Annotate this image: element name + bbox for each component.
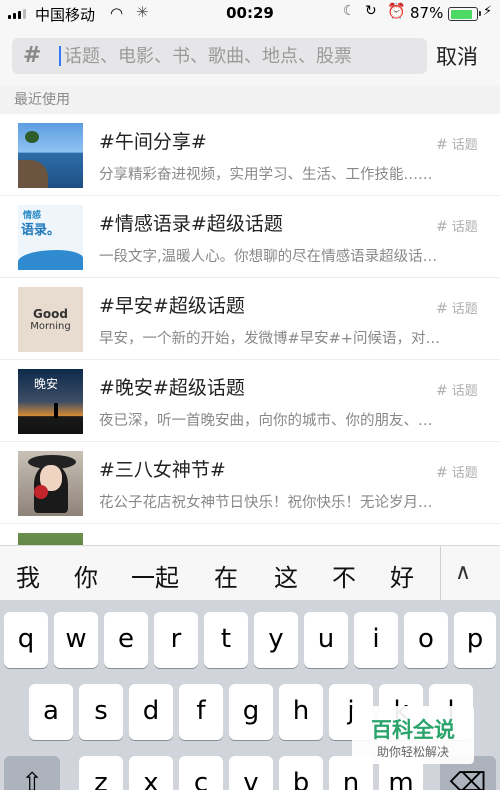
candidate-word[interactable]: 这 <box>274 558 298 593</box>
topic-thumbnail: 情感 语录。 <box>18 205 83 270</box>
key-s[interactable]: s <box>79 684 123 740</box>
do-not-disturb-icon: ☾ <box>343 3 356 19</box>
candidate-word[interactable]: 好 <box>390 558 414 593</box>
battery-icon <box>448 7 481 21</box>
topic-tag-label: 话题 <box>451 302 478 317</box>
key-g[interactable]: g <box>229 684 273 740</box>
key-o[interactable]: o <box>404 612 448 668</box>
thumbnail-text: 晚安 <box>34 377 59 391</box>
thumbnail-text: 语录。 <box>21 223 61 238</box>
watermark-logo: 百科全说 助你轻松解决 <box>352 706 474 764</box>
topic-description: 早安，一个新的开始，发微博#早安#+问候语，对… <box>99 331 440 347</box>
activity-spinner-icon: ✳ <box>136 3 149 21</box>
topic-tag-label: 话题 <box>451 466 478 481</box>
charging-icon: ⚡ <box>483 4 493 19</box>
topic-description: 分享精彩奋进视频，实用学习、生活、工作技能…… <box>99 167 433 183</box>
key-r[interactable]: r <box>154 612 198 668</box>
topic-tag: # 话题 <box>436 216 478 235</box>
alarm-icon: ⏰ <box>387 2 406 20</box>
topic-tag: # 话题 <box>436 298 478 317</box>
watermark-title: 百科全说 <box>371 718 455 742</box>
search-input[interactable] <box>64 42 419 70</box>
topic-tag-label: 话题 <box>451 138 478 153</box>
candidate-word[interactable]: 你 <box>74 558 98 593</box>
key-t[interactable]: t <box>204 612 248 668</box>
hashtag-icon: # <box>436 137 448 153</box>
topic-title: #情感语录#超级话题 <box>99 213 283 235</box>
carrier-name: 中国移动 <box>35 6 96 24</box>
screen: 中国移动 ◠ ✳ 00:29 ☾ ↻ ⏰ 87% ⚡ # 取消 最近使用 #午间… <box>0 0 500 790</box>
list-item[interactable]: Good Morning #早安#超级话题 早安，一个新的开始，发微博#早安#+… <box>0 278 500 360</box>
key-d[interactable]: d <box>129 684 173 740</box>
topic-list: #午间分享# 分享精彩奋进视频，实用学习、生活、工作技能…… # 话题 情感 语录… <box>0 114 500 545</box>
candidate-word[interactable]: 一起 <box>131 558 179 593</box>
cancel-button[interactable]: 取消 <box>436 41 478 71</box>
key-a[interactable]: a <box>29 684 73 740</box>
topic-thumbnail <box>18 123 83 188</box>
watermark-subtitle: 助你轻松解决 <box>376 745 449 759</box>
candidate-word[interactable]: 我 <box>16 558 40 593</box>
search-header: # 取消 <box>0 28 500 84</box>
candidate-word[interactable]: 不 <box>332 558 356 593</box>
wifi-icon: ◠ <box>110 4 124 22</box>
key-x[interactable]: x <box>129 756 173 790</box>
text-cursor <box>59 46 61 66</box>
topic-tag-label: 话题 <box>451 384 478 399</box>
hashtag-icon: # <box>436 465 448 481</box>
key-i[interactable]: i <box>354 612 398 668</box>
topic-title: #三八女神节# <box>99 459 226 481</box>
key-q[interactable]: q <box>4 612 48 668</box>
key-c[interactable]: c <box>179 756 223 790</box>
topic-title: #晚安#超级话题 <box>99 377 245 399</box>
topic-tag: # 话题 <box>436 462 478 481</box>
key-y[interactable]: y <box>254 612 298 668</box>
shift-key[interactable]: ⇧ <box>4 756 60 790</box>
battery-percent: 87% <box>410 4 444 22</box>
topic-description: 一段文字,温暖人心。你想聊的尽在情感语录超级话… <box>99 249 438 265</box>
hashtag-icon: # <box>436 383 448 399</box>
key-v[interactable]: v <box>229 756 273 790</box>
topic-thumbnail <box>18 533 83 545</box>
topic-tag: # 话题 <box>436 134 478 153</box>
thumbnail-text: Morning <box>30 321 71 332</box>
key-p[interactable]: p <box>454 612 496 668</box>
expand-candidates-icon[interactable]: ∧ <box>455 560 471 585</box>
list-item[interactable]: #午间分享# 分享精彩奋进视频，实用学习、生活、工作技能…… # 话题 <box>0 114 500 196</box>
list-item[interactable]: 情感 语录。 #情感语录#超级话题 一段文字,温暖人心。你想聊的尽在情感语录超级… <box>0 196 500 278</box>
thumbnail-text: Good <box>33 307 68 321</box>
candidate-word[interactable]: 在 <box>214 558 238 593</box>
list-item[interactable] <box>0 524 500 545</box>
divider <box>440 546 441 601</box>
hashtag-icon: # <box>436 301 448 317</box>
key-e[interactable]: e <box>104 612 148 668</box>
hashtag-icon: # <box>436 219 448 235</box>
search-box[interactable]: # <box>12 38 427 74</box>
topic-description: 夜已深，听一首晚安曲，向你的城市、你的朋友、… <box>99 413 433 429</box>
ime-candidate-bar: 我 你 一起 在 这 不 好 ∧ <box>0 545 500 601</box>
key-w[interactable]: w <box>54 612 98 668</box>
status-bar: 中国移动 ◠ ✳ 00:29 ☾ ↻ ⏰ 87% ⚡ <box>0 0 500 28</box>
topic-tag-label: 话题 <box>451 220 478 235</box>
key-z[interactable]: z <box>79 756 123 790</box>
key-h[interactable]: h <box>279 684 323 740</box>
topic-thumbnail: 晚安 <box>18 369 83 434</box>
rotation-lock-icon: ↻ <box>365 3 377 19</box>
topic-thumbnail <box>18 451 83 516</box>
signal-icon <box>8 9 26 19</box>
hashtag-icon: # <box>23 43 42 68</box>
key-u[interactable]: u <box>304 612 348 668</box>
topic-title: #早安#超级话题 <box>99 295 245 317</box>
recent-section-label: 最近使用 <box>0 86 500 114</box>
topic-description: 花公子花店祝女神节日快乐！祝你快乐！无论岁月… <box>99 495 433 511</box>
key-f[interactable]: f <box>179 684 223 740</box>
topic-tag: # 话题 <box>436 380 478 399</box>
topic-thumbnail: Good Morning <box>18 287 83 352</box>
key-b[interactable]: b <box>279 756 323 790</box>
list-item[interactable]: 晚安 #晚安#超级话题 夜已深，听一首晚安曲，向你的城市、你的朋友、… # 话题 <box>0 360 500 442</box>
topic-title: #午间分享# <box>99 131 207 153</box>
list-item[interactable]: #三八女神节# 花公子花店祝女神节日快乐！祝你快乐！无论岁月… # 话题 <box>0 442 500 524</box>
